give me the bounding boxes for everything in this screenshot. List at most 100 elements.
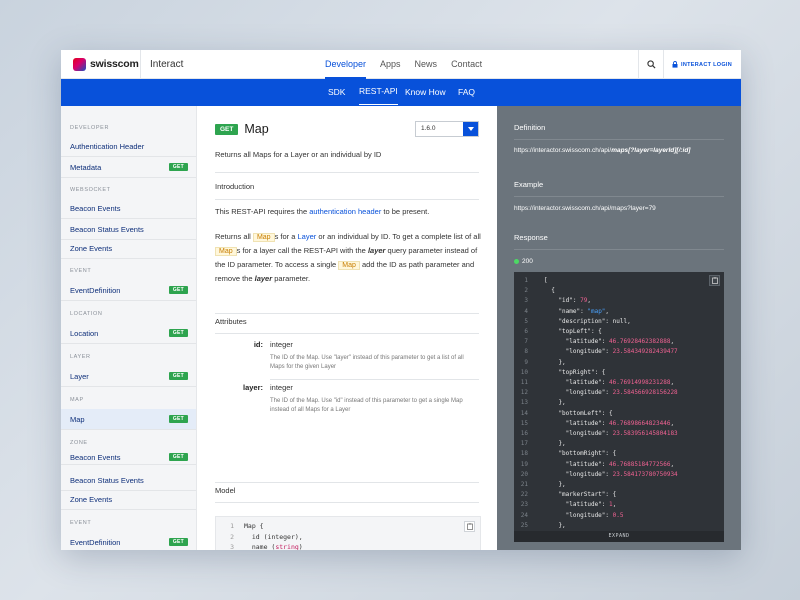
text: maps[?layer=layerId][/:id] xyxy=(611,147,691,154)
sidebar-section-zone: ZONE xyxy=(70,440,88,446)
sidebar-item-label: Beacon Events xyxy=(70,452,121,462)
right-panel: Definition https://interactor.swisscom.c… xyxy=(497,106,741,550)
response-code-block: 1 2 3 4 5 6 7 8 9 10 11 12 13 14 15 16 17 18 19 20 21 22 23 24 2… xyxy=(514,272,724,542)
get-badge: GET xyxy=(168,286,188,294)
get-badge: GET xyxy=(168,453,188,461)
sidebar-item-eventdefinition[interactable]: EventDefinition GET xyxy=(61,280,196,301)
text: This REST-API requires the xyxy=(215,207,310,216)
sidebar-item-zone-events-2[interactable]: Zone Events xyxy=(61,489,196,510)
json-line: "latitude": 1, xyxy=(544,501,617,509)
attributes-heading: Attributes xyxy=(215,317,247,326)
method-badge: GET xyxy=(215,123,239,135)
sidebar-item-layer[interactable]: Layer GET xyxy=(61,366,196,387)
subnav-sdk[interactable]: SDK xyxy=(328,79,345,105)
model-heading: Model xyxy=(215,486,236,495)
json-line: }, xyxy=(544,481,566,489)
json-line: "latitude": 46.76885184772566, xyxy=(544,460,675,468)
json-line: "description": null, xyxy=(544,317,631,325)
nav-contact[interactable]: Contact xyxy=(451,50,482,79)
search-button[interactable] xyxy=(638,50,665,79)
attr-name-id: id: xyxy=(253,340,263,349)
line-numbers: 1 2 3 4 5 6 7 8 9 10 11 12 13 14 15 16 17 18 19 20 21 22 23 24 2… xyxy=(520,277,528,539)
sidebar-item-zone-events[interactable]: Zone Events xyxy=(61,238,196,259)
sub-nav: SDK REST-API Know How FAQ xyxy=(61,79,741,106)
sidebar-item-label: Authentication Header xyxy=(70,141,145,151)
version-dropdown-button[interactable] xyxy=(463,122,478,136)
authentication-header-link[interactable]: authentication header xyxy=(309,207,381,216)
login-button[interactable]: INTERACT LOGIN xyxy=(664,61,741,68)
sidebar-item-eventdefinition-2[interactable]: EventDefinition GET xyxy=(61,532,196,550)
introduction-heading: Introduction xyxy=(215,182,255,191)
code-line: id (integer), xyxy=(244,532,303,541)
json-line: }, xyxy=(544,358,566,366)
text: or an individual by ID. To get a complet… xyxy=(316,232,481,241)
layer-link[interactable]: Layer xyxy=(298,232,317,241)
sidebar-item-label: Zone Events xyxy=(70,494,113,504)
sidebar-item-label: Beacon Status Events xyxy=(70,224,144,234)
divider xyxy=(215,333,479,334)
json-line: "latitude": 46.76898664823446, xyxy=(544,419,675,427)
text: s for a layer call the REST-API with the xyxy=(236,246,368,255)
divider xyxy=(215,482,479,483)
divider xyxy=(514,196,724,197)
sidebar-item-location[interactable]: Location GET xyxy=(61,323,196,344)
status-dot-icon xyxy=(514,259,519,264)
nav-developer[interactable]: Developer xyxy=(325,50,367,79)
main-content: GET Map 1.6.0 Returns all Maps for a Lay… xyxy=(197,106,497,550)
version-select[interactable]: 1.6.0 xyxy=(415,121,479,137)
app-window: swisscom Interact Developer Apps News Co… xyxy=(61,50,741,550)
sidebar-item-beacon-events[interactable]: Beacon Events xyxy=(61,198,196,219)
json-line: "topLeft": { xyxy=(544,328,602,336)
attr-type-id: integer xyxy=(270,340,293,349)
sidebar-item-metadata[interactable]: Metadata GET xyxy=(61,157,196,178)
line-numbers: 123456789 xyxy=(230,522,234,550)
code-map: Map xyxy=(338,261,360,270)
chevron-down-icon xyxy=(467,127,474,131)
search-icon xyxy=(646,60,656,69)
json-line: "longitude": 23.583956145804183 xyxy=(544,430,678,438)
layer-param: layer xyxy=(254,274,273,283)
sidebar-item-beacon-status-events[interactable]: Beacon Status Events xyxy=(61,219,196,240)
code-map: Map xyxy=(215,247,237,256)
copy-response-button[interactable] xyxy=(709,275,720,286)
sidebar-item-label: Map xyxy=(70,414,85,424)
divider xyxy=(270,379,479,380)
json-line: "longitude": 23.584566928156228 xyxy=(544,389,678,397)
sidebar-section-event: EVENT xyxy=(70,268,92,274)
expand-button[interactable]: EXPAND xyxy=(514,531,724,542)
intro-paragraph-2: Returns all Map s for a Layer or an indiv… xyxy=(215,230,481,285)
subnav-faq[interactable]: FAQ xyxy=(458,79,475,105)
nav-apps[interactable]: Apps xyxy=(380,50,401,79)
text: s for a xyxy=(274,232,298,241)
content-area: DEVELOPER Authentication Header Metadata… xyxy=(61,106,741,550)
definition-heading: Definition xyxy=(514,123,546,132)
attr-name-layer: layer: xyxy=(242,383,263,392)
app-name[interactable]: Interact xyxy=(141,59,183,70)
sidebar-item-authentication-header[interactable]: Authentication Header xyxy=(61,136,196,157)
sidebar-item-label: Metadata xyxy=(70,162,102,172)
get-badge: GET xyxy=(168,538,188,546)
sidebar-item-beacon-events-2[interactable]: Beacon Events GET xyxy=(61,450,196,465)
top-bar: swisscom Interact Developer Apps News Co… xyxy=(61,50,741,79)
response-heading: Response xyxy=(514,233,548,242)
subnav-know-how[interactable]: Know How xyxy=(405,79,446,105)
copy-model-button[interactable] xyxy=(464,521,475,532)
clipboard-icon xyxy=(466,523,473,530)
divider xyxy=(215,313,479,314)
sidebar-item-map[interactable]: Map GET xyxy=(61,409,196,430)
version-value: 1.6.0 xyxy=(421,125,436,132)
code-line: name (string) xyxy=(244,543,303,550)
json-line: "latitude": 46.76928462382888, xyxy=(544,338,675,346)
response-code: [ { "id": 79, "name": "map", "descriptio… xyxy=(544,276,678,542)
text: https://interactor.swisscom.ch/api/ xyxy=(514,147,612,154)
page-subtitle: Returns all Maps for a Layer or an indiv… xyxy=(215,150,382,159)
json-line: "longitude": 23.584349282439477 xyxy=(544,348,678,356)
nav-news[interactable]: News xyxy=(415,50,438,79)
definition-url: https://interactor.swisscom.ch/api/maps[… xyxy=(514,147,690,154)
sidebar-item-beacon-status-events-2[interactable]: Beacon Status Events xyxy=(61,470,196,491)
brand-logo[interactable]: swisscom xyxy=(61,50,141,78)
subnav-rest-api[interactable]: REST-API xyxy=(359,79,398,105)
status-badge: 200 xyxy=(514,258,533,265)
text: parameter. xyxy=(272,274,311,283)
divider xyxy=(215,199,479,200)
